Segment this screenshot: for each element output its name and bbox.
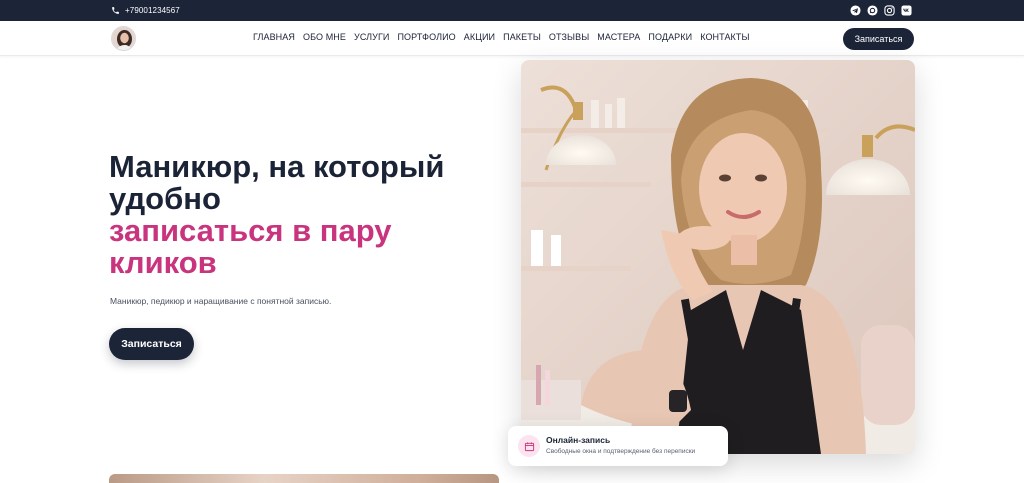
top-bar: +79001234567 [0, 0, 1024, 21]
instagram-icon[interactable] [883, 4, 896, 17]
hero-title-line2: удобно [109, 181, 221, 216]
nav-link-services[interactable]: УСЛУГИ [354, 32, 389, 42]
phone-number: +79001234567 [125, 6, 180, 15]
whatsapp-icon[interactable] [866, 4, 879, 17]
nav-link-home[interactable]: ГЛАВНАЯ [253, 32, 295, 42]
avatar[interactable] [111, 26, 136, 51]
card-text: Свободные окна и подтверждение без переп… [546, 448, 696, 455]
nav-book-button[interactable]: Записаться [843, 28, 914, 50]
nav-links: ГЛАВНАЯ ОБО МНЕ УСЛУГИ ПОРТФОЛИО АКЦИИ П… [253, 32, 750, 42]
hero-title-accent2: кликов [109, 245, 217, 280]
hero-title-line1: Маникюр, на который [109, 149, 445, 184]
nav-link-portfolio[interactable]: ПОРТФОЛИО [397, 32, 455, 42]
phone-link[interactable]: +79001234567 [111, 4, 180, 17]
nav-link-contacts[interactable]: КОНТАКТЫ [700, 32, 749, 42]
vk-icon[interactable] [900, 4, 913, 17]
nav-link-promos[interactable]: АКЦИИ [464, 32, 495, 42]
hero-photo [521, 60, 915, 454]
hero-book-button[interactable]: Записаться [109, 328, 194, 360]
online-booking-card[interactable]: Онлайн-запись Свободные окна и подтвержд… [508, 426, 728, 466]
hero-subtitle: Маникюр, педикюр и наращивание с понятно… [110, 296, 332, 306]
next-section-image [109, 474, 499, 483]
nav-link-gifts[interactable]: ПОДАРКИ [648, 32, 692, 42]
hero-title: Маникюр, на который удобно записаться в … [109, 151, 489, 279]
nav-link-about[interactable]: ОБО МНЕ [303, 32, 346, 42]
telegram-icon[interactable] [849, 4, 862, 17]
main-navbar: ГЛАВНАЯ ОБО МНЕ УСЛУГИ ПОРТФОЛИО АКЦИИ П… [0, 21, 1024, 56]
nav-link-reviews[interactable]: ОТЗЫВЫ [549, 32, 589, 42]
nav-link-packages[interactable]: ПАКЕТЫ [503, 32, 541, 42]
calendar-icon [518, 435, 540, 457]
hero-title-accent1: записаться в пару [109, 213, 392, 248]
phone-icon [111, 2, 120, 20]
card-title: Онлайн-запись [546, 435, 611, 445]
nav-link-masters[interactable]: МАСТЕРА [597, 32, 640, 42]
